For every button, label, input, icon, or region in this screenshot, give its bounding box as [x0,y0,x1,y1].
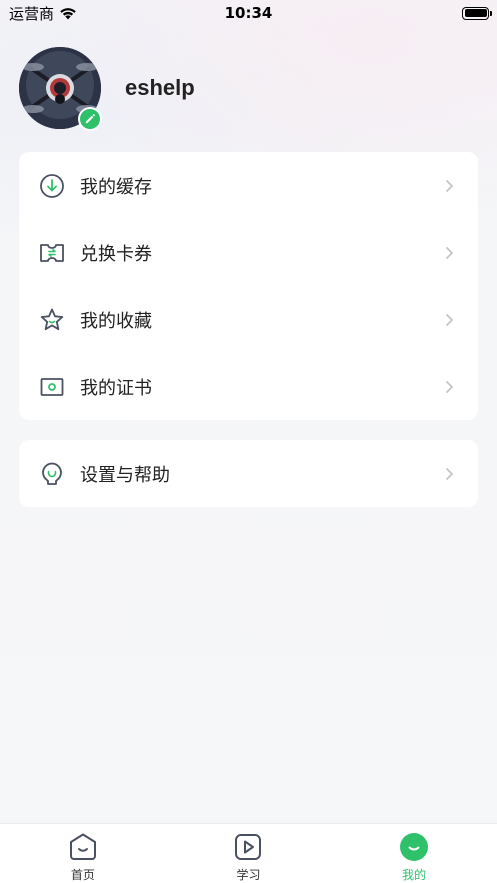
carrier-label: 运营商 [9,4,55,23]
menu-item-label: 我的缓存 [80,176,152,198]
tab-mine[interactable]: 我的 [354,824,474,883]
wifi-icon [60,7,76,19]
menu-item-label: 我的证书 [80,377,152,399]
status-left: 运营商 [9,3,77,24]
tab-learn[interactable]: 学习 [188,824,308,883]
menu-item-settings[interactable]: 设置与帮助 [19,440,478,507]
menu-card: 我的缓存 兑换卡券 我的收藏 我的证书 [19,152,478,420]
tab-label: 我的 [402,868,427,882]
tab-label: 首页 [70,868,95,882]
avatar[interactable] [19,47,102,131]
ticket-icon [39,240,65,266]
username: eshelp [125,75,195,100]
settings-card: 设置与帮助 [19,440,478,507]
chevron-right-icon [446,246,453,259]
download-icon [39,173,65,199]
status-bar: 运营商 10:34 [0,0,497,26]
menu-item-favorites[interactable]: 我的收藏 [19,286,478,353]
menu-item-cache[interactable]: 我的缓存 [19,152,478,219]
chevron-right-icon [446,313,453,326]
battery-icon [462,6,492,20]
tab-label: 学习 [236,868,261,882]
tab-home[interactable]: 首页 [23,824,143,883]
edit-avatar-button[interactable] [78,107,102,131]
chevron-right-icon [446,380,453,393]
profile-header: eshelp [19,47,195,131]
certificate-icon [39,374,65,400]
settings-label: 设置与帮助 [80,464,170,486]
menu-item-redeem[interactable]: 兑换卡券 [19,219,478,286]
menu-item-certificates[interactable]: 我的证书 [19,353,478,420]
menu-item-label: 兑换卡券 [80,243,152,265]
smile-icon [400,833,429,861]
star-icon [39,307,65,333]
chevron-right-icon [446,179,453,192]
tab-bar: 首页 学习 我的 [0,823,497,883]
menu-item-label: 我的收藏 [80,310,152,332]
play-icon [235,834,262,860]
lightbulb-icon [39,461,65,487]
home-icon [69,833,96,860]
chevron-right-icon [446,467,453,480]
pencil-icon [85,114,95,124]
